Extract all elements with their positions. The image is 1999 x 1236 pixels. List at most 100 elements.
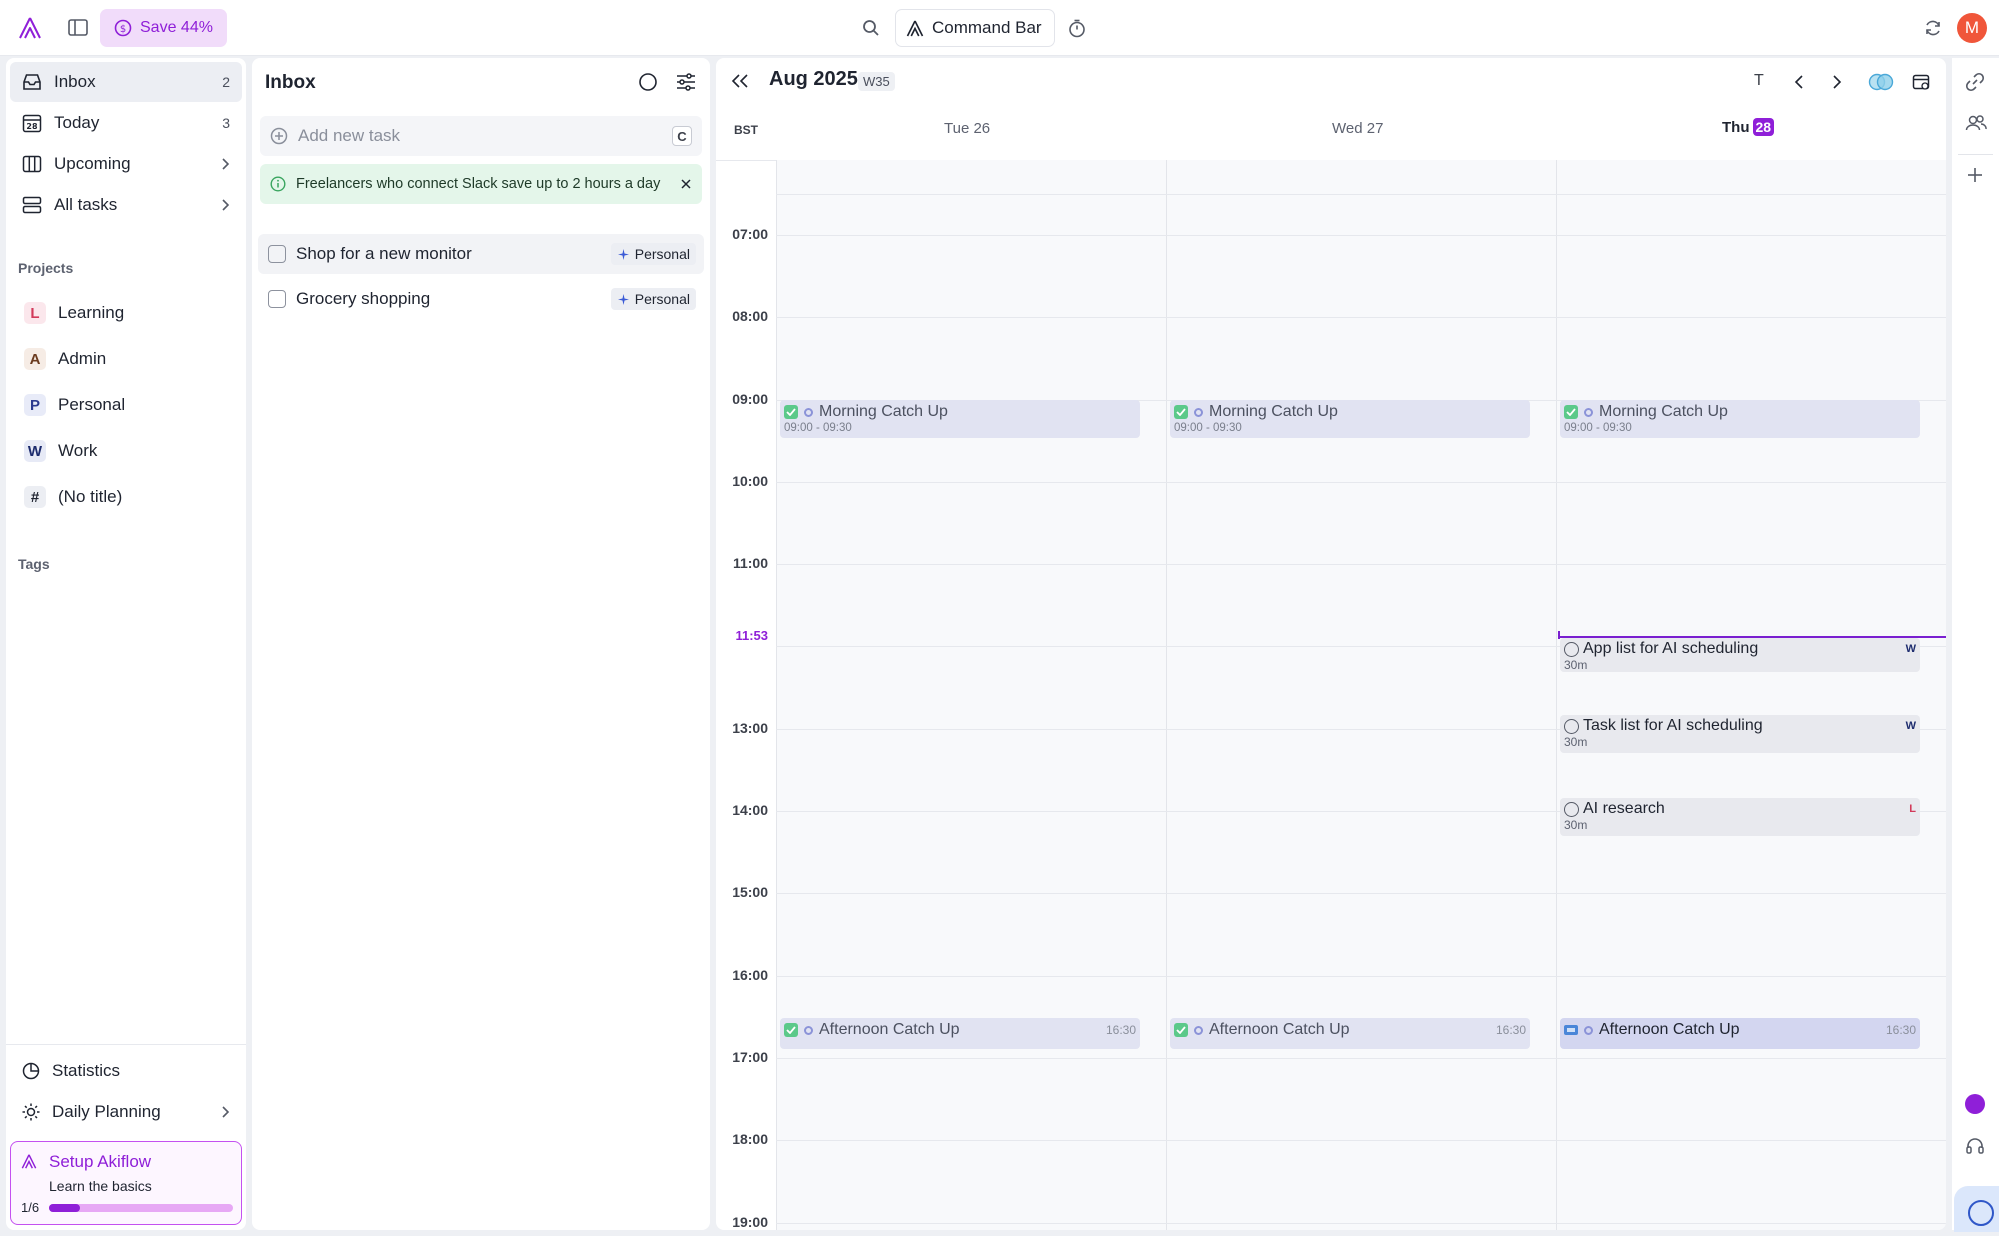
- akiflow-logo-icon[interactable]: [18, 17, 42, 39]
- sidebar-item-upcoming[interactable]: Upcoming: [10, 144, 242, 184]
- plus-icon[interactable]: [1967, 167, 1983, 183]
- meet-icon: [1564, 1024, 1578, 1036]
- calendar-event[interactable]: Afternoon Catch Up 16:30: [1170, 1018, 1530, 1049]
- hour-gridline: [776, 482, 1946, 483]
- calendar-event[interactable]: Morning Catch Up 09:00 - 09:30: [1170, 400, 1530, 438]
- sidebar-toggle-icon[interactable]: [68, 19, 88, 36]
- circle-icon[interactable]: [638, 72, 658, 92]
- save-label: Save 44%: [140, 19, 213, 36]
- banner-text: Freelancers who connect Slack save up to…: [296, 176, 661, 192]
- hour-gridline: [776, 235, 1946, 236]
- chevron-right-icon[interactable]: [1832, 74, 1842, 90]
- chat-circle-icon: [1968, 1200, 1994, 1226]
- scheduled-task[interactable]: App list for AI scheduling W 30m: [1560, 638, 1920, 672]
- sidebar-item-label: All tasks: [54, 195, 118, 214]
- sidebar-item-all-tasks[interactable]: All tasks: [10, 185, 242, 225]
- search-icon[interactable]: [862, 19, 880, 37]
- task-checkbox[interactable]: [1564, 641, 1579, 657]
- slack-banner: Freelancers who connect Slack save up to…: [260, 164, 702, 204]
- project-item-personal[interactable]: P Personal: [16, 385, 242, 425]
- sidebar-item-inbox[interactable]: Inbox 2: [10, 62, 242, 102]
- project-item-admin[interactable]: A Admin: [16, 339, 242, 379]
- project-label: Learning: [58, 303, 125, 322]
- project-item-work[interactable]: W Work: [16, 431, 242, 471]
- calendar-day-icon: 28: [22, 113, 42, 133]
- event-dot-icon: [1584, 1025, 1593, 1035]
- stack-icon: [22, 196, 42, 214]
- hour-label: 16:00: [732, 967, 768, 983]
- chevron-left-icon[interactable]: [1794, 74, 1804, 90]
- sidebar-item-daily-planning[interactable]: Daily Planning: [10, 1092, 242, 1132]
- scheduled-task-label: Task list for AI scheduling: [1583, 717, 1763, 734]
- event-time: 16:30: [1885, 1023, 1916, 1037]
- calendar-settings-icon[interactable]: [1912, 73, 1930, 91]
- event-title: Afternoon Catch Up: [1209, 1021, 1350, 1038]
- hour-label: 07:00: [732, 226, 768, 242]
- command-bar-button[interactable]: Command Bar: [895, 9, 1055, 47]
- chevron-right-icon: [220, 1105, 230, 1119]
- add-task-input[interactable]: Add new task C: [260, 116, 702, 156]
- timer-icon[interactable]: [1068, 19, 1086, 38]
- task-tag-label: Personal: [634, 291, 690, 307]
- task-checkbox[interactable]: [1564, 801, 1579, 817]
- task-item[interactable]: Grocery shopping Personal: [258, 279, 704, 319]
- filter-sliders-icon[interactable]: [676, 73, 696, 91]
- project-item-learning[interactable]: L Learning: [16, 293, 242, 333]
- task-checkbox[interactable]: [268, 290, 286, 308]
- chevron-right-icon: [220, 198, 230, 212]
- event-dot-icon: [804, 1025, 813, 1035]
- sparkle-icon: [617, 248, 630, 261]
- projects-heading: Projects: [18, 260, 74, 276]
- link-icon[interactable]: [1965, 72, 1985, 92]
- project-label: Work: [58, 441, 98, 460]
- hour-label: 18:00: [732, 1131, 768, 1147]
- project-badge: L: [24, 302, 46, 324]
- task-checkbox[interactable]: [1564, 718, 1579, 734]
- pie-chart-icon: [22, 1062, 40, 1080]
- task-checkbox[interactable]: [268, 245, 286, 263]
- save-discount-button[interactable]: $ Save 44%: [100, 9, 227, 47]
- svg-text:$: $: [120, 24, 126, 35]
- headset-icon[interactable]: [1965, 1136, 1985, 1156]
- calendar-event[interactable]: Afternoon Catch Up 16:30: [780, 1018, 1140, 1049]
- sun-icon: [22, 1103, 40, 1121]
- day-header-tue: Tue 26: [944, 120, 991, 137]
- toggle-view-icon[interactable]: [1868, 73, 1894, 91]
- collapse-left-icon[interactable]: [731, 73, 749, 89]
- user-avatar[interactable]: M: [1957, 13, 1987, 43]
- task-tag[interactable]: Personal: [610, 288, 696, 310]
- calendar-event[interactable]: Morning Catch Up 09:00 - 09:30: [780, 400, 1140, 438]
- sparkle-icon: [617, 293, 630, 306]
- calendar-event[interactable]: Morning Catch Up 09:00 - 09:30: [1560, 400, 1920, 438]
- project-item-no-title[interactable]: # (No title): [16, 477, 242, 517]
- calendar-month: Aug 2025: [769, 68, 858, 90]
- right-rail: [1952, 58, 1999, 1232]
- scheduled-task[interactable]: Task list for AI scheduling W 30m: [1560, 715, 1920, 753]
- task-tag[interactable]: Personal: [610, 243, 696, 265]
- chat-launcher[interactable]: [1954, 1186, 1999, 1232]
- sidebar-item-label: Today: [54, 113, 100, 132]
- event-time: 09:00 - 09:30: [1564, 422, 1632, 434]
- hour-label: 13:00: [732, 720, 768, 736]
- done-check-icon: [784, 405, 798, 419]
- scheduled-task[interactable]: AI research L 30m: [1560, 798, 1920, 836]
- plus-circle-icon: [270, 127, 288, 145]
- setup-card[interactable]: Setup Akiflow Learn the basics 1/6: [10, 1141, 242, 1225]
- hour-gridline: [776, 1058, 1946, 1059]
- calendar-event[interactable]: Afternoon Catch Up 16:30: [1560, 1018, 1920, 1049]
- event-title: Morning Catch Up: [819, 403, 948, 420]
- inbox-title: Inbox: [265, 72, 316, 93]
- sidebar-item-today[interactable]: 28 Today 3: [10, 103, 242, 143]
- sync-icon[interactable]: [1924, 19, 1942, 37]
- sidebar-item-statistics[interactable]: Statistics: [10, 1051, 242, 1091]
- task-item[interactable]: Shop for a new monitor Personal: [258, 234, 704, 274]
- task-duration: 30m: [1564, 818, 1588, 832]
- status-dot-icon[interactable]: [1965, 1094, 1985, 1114]
- dollar-circle-icon: $: [114, 19, 132, 37]
- today-button[interactable]: T: [1754, 72, 1764, 90]
- people-icon[interactable]: [1965, 114, 1987, 132]
- project-label: (No title): [58, 487, 123, 506]
- close-icon[interactable]: [680, 178, 692, 190]
- inbox-panel: Inbox Add new task C Freelancers who con…: [252, 58, 710, 1230]
- tags-heading: Tags: [18, 556, 50, 572]
